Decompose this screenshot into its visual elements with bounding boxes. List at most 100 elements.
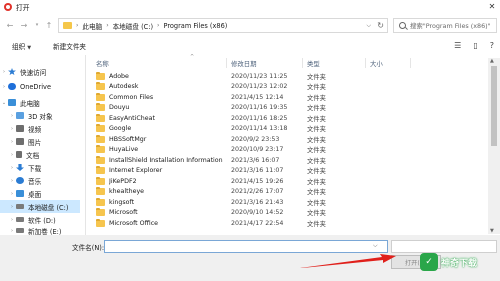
app-icon — [4, 2, 12, 11]
sidebar-item-drive-d[interactable]: › 软件 (D:) — [0, 213, 80, 226]
pane-divider[interactable] — [85, 55, 86, 235]
chevron-right-icon[interactable]: › — [8, 178, 16, 184]
drive-icon — [16, 228, 24, 233]
sidebar-item-local-disk-c[interactable]: › 本地磁盘 (C:) — [0, 200, 80, 213]
column-divider[interactable] — [226, 58, 227, 68]
sidebar-item-desktop[interactable]: › 桌面 — [0, 187, 80, 200]
sidebar-item-label: 音乐 — [28, 177, 42, 186]
table-row[interactable]: Autodesk 2020/11/23 12:02 文件夹 — [93, 82, 393, 92]
scroll-up-icon[interactable]: ▲ — [490, 58, 494, 64]
search-icon — [399, 22, 406, 29]
preview-pane-icon[interactable]: ▯ — [473, 41, 477, 50]
address-dropdown-icon[interactable]: ⌵ — [366, 22, 371, 30]
table-row[interactable]: InstallShield Installation Information 20… — [93, 155, 393, 165]
filename-input[interactable] — [104, 240, 388, 253]
filename-dropdown-icon[interactable]: ⌵ — [373, 242, 378, 250]
chevron-right-icon[interactable]: › — [8, 139, 16, 145]
chevron-right-icon[interactable]: › — [0, 69, 8, 75]
chevron-right-icon[interactable]: › — [8, 152, 16, 158]
breadcrumb-local-disk[interactable]: 本地磁盘 (C:) — [113, 21, 153, 31]
sidebar-item-onedrive[interactable]: › OneDrive — [0, 80, 80, 93]
file-name: Microsoft Office — [109, 219, 159, 227]
search-box[interactable]: 搜索"Program Files (x86)" — [393, 18, 497, 33]
chevron-right-icon[interactable]: › — [157, 22, 159, 29]
folder-icon — [96, 187, 105, 196]
organize-button[interactable]: 组织 ▼ — [12, 41, 31, 51]
file-type: 文件夹 — [307, 84, 326, 92]
folder-icon — [96, 113, 105, 122]
table-row[interactable]: Microsoft Office 2021/4/17 22:54 文件夹 — [93, 218, 393, 228]
column-divider[interactable] — [410, 58, 411, 68]
column-header-date[interactable]: 修改日期 — [231, 58, 257, 69]
back-arrow-icon[interactable]: ← — [5, 20, 15, 30]
chevron-right-icon[interactable]: › — [8, 204, 16, 210]
scroll-down-icon[interactable]: ▼ — [490, 228, 494, 234]
file-name: Adobe — [109, 72, 129, 80]
file-date: 2020/11/14 13:18 — [231, 125, 288, 133]
file-type: 文件夹 — [307, 105, 326, 113]
file-date: 2021/4/17 22:54 — [231, 219, 284, 227]
sidebar-item-pictures[interactable]: › 图片 — [0, 135, 80, 148]
column-divider[interactable] — [302, 58, 303, 68]
table-row[interactable]: khealtheye 2021/2/26 17:07 文件夹 — [93, 187, 393, 197]
file-name: Google — [109, 125, 132, 133]
chevron-right-icon[interactable]: › — [8, 165, 16, 171]
sidebar-item-3d-objects[interactable]: › 3D 对象 — [0, 109, 80, 122]
table-row[interactable]: Adobe 2020/11/23 11:25 文件夹 — [93, 71, 393, 81]
address-bar[interactable]: › 此电脑 › 本地磁盘 (C:) › Program Files (x86) … — [58, 18, 388, 33]
column-divider[interactable] — [365, 58, 366, 68]
file-name: Internet Explorer — [109, 167, 163, 175]
table-row[interactable]: HBSSoftMgr 2020/9/2 23:53 文件夹 — [93, 134, 393, 144]
table-row[interactable]: Internet Explorer 2021/3/16 11:07 文件夹 — [93, 166, 393, 176]
table-row[interactable]: kingsoft 2021/3/16 21:43 文件夹 — [93, 197, 393, 207]
chevron-down-icon[interactable]: ⌄ — [0, 100, 8, 106]
folder-icon — [96, 208, 105, 217]
forward-arrow-icon[interactable]: → — [19, 20, 29, 30]
chevron-right-icon[interactable]: › — [8, 217, 16, 223]
chevron-right-icon[interactable]: › — [8, 126, 16, 132]
vertical-scrollbar[interactable]: ▲ ▼ — [488, 58, 500, 234]
navigation-bar: ← → ▾ ↑ › 此电脑 › 本地磁盘 (C:) › Program File… — [0, 13, 500, 37]
sidebar-item-quick-access[interactable]: › 快速访问 — [0, 65, 80, 78]
chevron-right-icon[interactable]: › — [76, 22, 78, 29]
new-folder-button[interactable]: 新建文件夹 — [53, 41, 86, 51]
sidebar-item-downloads[interactable]: › 下载 — [0, 161, 80, 174]
help-icon[interactable]: ? — [490, 41, 494, 50]
table-row[interactable]: Douyu 2020/11/16 19:35 文件夹 — [93, 103, 393, 113]
file-name: HuyaLive — [109, 146, 139, 154]
table-row[interactable]: EasyAntiCheat 2020/11/16 18:25 文件夹 — [93, 113, 393, 123]
window-title: 打开 — [16, 3, 30, 12]
sidebar-item-drive-e[interactable]: › 新加卷 (E:) — [0, 226, 80, 236]
chevron-right-icon[interactable]: › — [106, 22, 108, 29]
breadcrumb-program-files[interactable]: Program Files (x86) — [163, 22, 227, 30]
chevron-right-icon[interactable]: › — [8, 113, 16, 119]
file-name: khealtheye — [109, 188, 145, 196]
sidebar-item-music[interactable]: › 音乐 — [0, 174, 80, 187]
scrollbar-thumb[interactable] — [491, 66, 497, 146]
sidebar-item-videos[interactable]: › 视频 — [0, 122, 80, 135]
sidebar-item-documents[interactable]: › 文档 — [0, 148, 80, 161]
table-row[interactable]: HuyaLive 2020/10/9 23:17 文件夹 — [93, 145, 393, 155]
table-row[interactable]: JiKePDF2 2021/4/15 19:26 文件夹 — [93, 176, 393, 186]
chevron-right-icon[interactable]: › — [0, 84, 8, 90]
close-button[interactable]: ✕ — [484, 0, 500, 13]
column-header-type[interactable]: 类型 — [307, 58, 320, 69]
view-options-icon[interactable]: ☰ — [454, 41, 461, 50]
refresh-icon[interactable]: ↻ — [377, 21, 384, 30]
column-header-name[interactable]: 名称 — [96, 58, 109, 69]
up-arrow-icon[interactable]: ↑ — [44, 20, 54, 30]
folder-icon — [96, 103, 105, 112]
chevron-right-icon[interactable]: › — [8, 228, 16, 234]
chevron-right-icon[interactable]: › — [8, 191, 16, 197]
cloud-icon — [8, 83, 16, 90]
file-date: 2021/3/16 21:43 — [231, 198, 284, 206]
search-placeholder: 搜索"Program Files (x86)" — [410, 22, 491, 30]
sidebar-item-this-pc[interactable]: ⌄ 此电脑 — [0, 96, 80, 109]
breadcrumb-this-pc[interactable]: 此电脑 — [82, 21, 102, 31]
column-header-size[interactable]: 大小 — [370, 58, 383, 69]
recent-chevron-icon[interactable]: ▾ — [32, 20, 42, 30]
table-row[interactable]: Common Files 2021/4/15 12:14 文件夹 — [93, 92, 393, 102]
table-row[interactable]: Microsoft 2020/9/10 14:52 文件夹 — [93, 208, 393, 218]
table-row[interactable]: Google 2020/11/14 13:18 文件夹 — [93, 124, 393, 134]
file-type: 文件夹 — [307, 189, 326, 197]
